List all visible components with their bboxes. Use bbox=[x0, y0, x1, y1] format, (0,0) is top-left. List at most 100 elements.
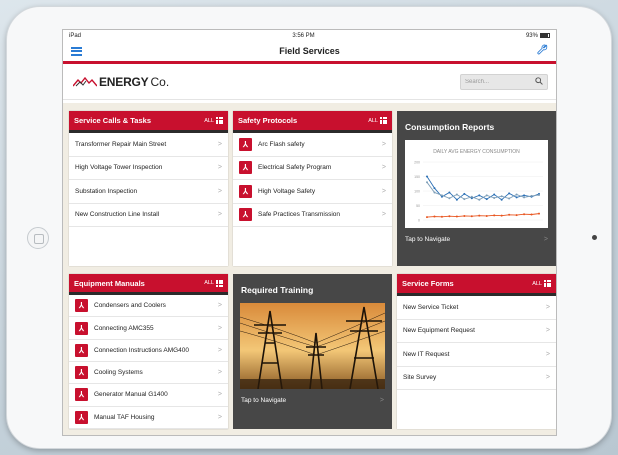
list-item[interactable]: Substation Inspection > bbox=[69, 180, 228, 204]
power-lines-photo bbox=[240, 303, 385, 389]
data-point bbox=[515, 193, 518, 196]
pdf-icon: ⅄ bbox=[239, 184, 252, 198]
home-button[interactable] bbox=[27, 227, 49, 249]
service-calls-header[interactable]: Service Calls & Tasks ALL bbox=[69, 111, 228, 133]
list-item-label: Electrical Safety Program bbox=[258, 164, 332, 172]
list-item[interactable]: ⅄ Arc Flash safety > bbox=[233, 133, 392, 157]
power-lines-image bbox=[240, 303, 385, 389]
grid-icon bbox=[380, 117, 387, 124]
list-item[interactable]: ⅄ Safe Practices Transmission > bbox=[233, 204, 392, 227]
search-icon[interactable] bbox=[535, 76, 543, 87]
list-item[interactable]: New Equipment Request > bbox=[397, 320, 556, 343]
list-item-label: High Voltage Safety bbox=[258, 187, 316, 195]
data-point bbox=[426, 216, 428, 219]
list-item[interactable]: ⅄ Connection Instructions AMG400 > bbox=[69, 340, 228, 362]
data-point bbox=[493, 193, 496, 196]
tile-title: Consumption Reports bbox=[405, 122, 495, 132]
chevron-right-icon: > bbox=[381, 211, 386, 219]
tap-to-navigate[interactable]: Tap to Navigate > bbox=[397, 228, 556, 251]
data-point bbox=[448, 197, 451, 200]
list-item-label: Safe Practices Transmission bbox=[258, 211, 341, 219]
all-link[interactable]: ALL bbox=[532, 280, 551, 287]
list-item[interactable]: ⅄ Connecting AMC355 > bbox=[69, 317, 228, 340]
camera-icon bbox=[592, 235, 597, 240]
logo-text-energy: ENERGY bbox=[99, 74, 149, 89]
chevron-right-icon: > bbox=[217, 211, 222, 219]
list-item[interactable]: Site Survey > bbox=[397, 367, 556, 390]
chevron-right-icon: > bbox=[545, 350, 550, 358]
safety-protocols-header[interactable]: Safety Protocols ALL bbox=[233, 111, 392, 133]
status-bar: iPad 3:56 PM 93% bbox=[63, 30, 556, 41]
data-point bbox=[538, 212, 540, 215]
chevron-right-icon: > bbox=[217, 391, 222, 399]
list-item[interactable]: New Service Ticket > bbox=[397, 296, 556, 320]
chevron-right-icon: > bbox=[545, 374, 550, 382]
list-item[interactable]: New Construction Line Install > bbox=[69, 204, 228, 227]
service-forms-header[interactable]: Service Forms ALL bbox=[397, 274, 556, 296]
pdf-icon: ⅄ bbox=[239, 161, 252, 175]
energyco-logo: ENERGY Co. bbox=[73, 75, 169, 89]
pdf-icon: ⅄ bbox=[75, 343, 88, 357]
list-item[interactable]: Transformer Repair Main Street > bbox=[69, 133, 228, 157]
list-item-label: Substation Inspection bbox=[75, 187, 138, 195]
list-item[interactable]: ⅄ Electrical Safety Program > bbox=[233, 157, 392, 180]
data-point bbox=[508, 197, 511, 200]
list-item[interactable]: ⅄ Cooling Systems > bbox=[69, 362, 228, 385]
logo-mountains-icon bbox=[73, 76, 97, 86]
battery-icon bbox=[539, 33, 550, 38]
tap-to-navigate[interactable]: Tap to Navigate > bbox=[233, 389, 392, 412]
chevron-right-icon: > bbox=[217, 164, 222, 172]
data-point bbox=[523, 196, 526, 199]
list-item-label: New Equipment Request bbox=[403, 327, 475, 335]
all-link[interactable]: ALL bbox=[368, 117, 387, 124]
all-link[interactable]: ALL bbox=[204, 279, 223, 287]
app-screen: iPad 3:56 PM 93% Field Services ENERGY Co… bbox=[62, 29, 557, 436]
all-label: ALL bbox=[204, 117, 214, 124]
chevron-right-icon: > bbox=[217, 346, 222, 354]
list-item[interactable]: ⅄ Manual TAF Housing > bbox=[69, 407, 228, 429]
y-tick-label: 0 bbox=[418, 219, 420, 223]
tile-title: Required Training bbox=[241, 285, 314, 295]
chevron-right-icon: > bbox=[217, 187, 222, 195]
data-point bbox=[440, 194, 443, 197]
list-item[interactable]: ⅄ Condensers and Coolers > bbox=[69, 295, 228, 318]
page-title: Field Services bbox=[279, 46, 340, 56]
consumption-chart: DAILY AVG ENERGY CONSUMPTION 0 50 100 150 20… bbox=[405, 140, 548, 228]
pdf-icon: ⅄ bbox=[75, 388, 88, 402]
list-item[interactable]: ⅄ High Voltage Safety > bbox=[233, 180, 392, 204]
data-point bbox=[470, 215, 473, 218]
carrier-label: iPad bbox=[69, 32, 82, 39]
list-item-label: Connecting AMC355 bbox=[94, 324, 154, 332]
panel-title: Service Forms bbox=[402, 279, 454, 288]
equipment-manuals-header[interactable]: Equipment Manuals ALL bbox=[69, 274, 228, 296]
required-training-tile[interactable]: Required Training Tap to Navigate > bbox=[233, 274, 392, 429]
list-item[interactable]: ⅄ Generator Manual G1400 > bbox=[69, 384, 228, 407]
pdf-icon: ⅄ bbox=[239, 137, 252, 151]
chevron-right-icon: > bbox=[381, 164, 386, 172]
y-tick-label: 200 bbox=[414, 161, 420, 165]
all-label: ALL bbox=[204, 280, 214, 286]
all-link[interactable]: ALL bbox=[204, 117, 223, 124]
data-point bbox=[508, 213, 511, 216]
data-point bbox=[426, 181, 428, 184]
data-point bbox=[500, 195, 503, 198]
list-item[interactable]: New IT Request > bbox=[397, 343, 556, 367]
data-point bbox=[493, 214, 496, 217]
list-item-label: Manual TAF Housing bbox=[94, 413, 155, 421]
grid-icon bbox=[216, 279, 223, 287]
data-point bbox=[485, 194, 488, 197]
all-label: ALL bbox=[368, 117, 378, 124]
list-item[interactable]: High Voltage Tower Inspection > bbox=[69, 157, 228, 180]
hamburger-icon[interactable] bbox=[71, 46, 82, 56]
pdf-icon: ⅄ bbox=[75, 299, 88, 313]
consumption-reports-tile[interactable]: Consumption Reports DAILY AVG ENERGY CON… bbox=[397, 111, 556, 266]
data-point bbox=[478, 198, 481, 201]
chevron-right-icon: > bbox=[379, 397, 384, 404]
data-point bbox=[493, 196, 496, 199]
data-point bbox=[515, 214, 518, 217]
wrench-icon[interactable] bbox=[537, 44, 548, 58]
pdf-icon: ⅄ bbox=[239, 208, 252, 222]
search-input[interactable] bbox=[465, 78, 525, 85]
data-point bbox=[538, 194, 540, 197]
tap-label: Tap to Navigate bbox=[405, 236, 451, 243]
